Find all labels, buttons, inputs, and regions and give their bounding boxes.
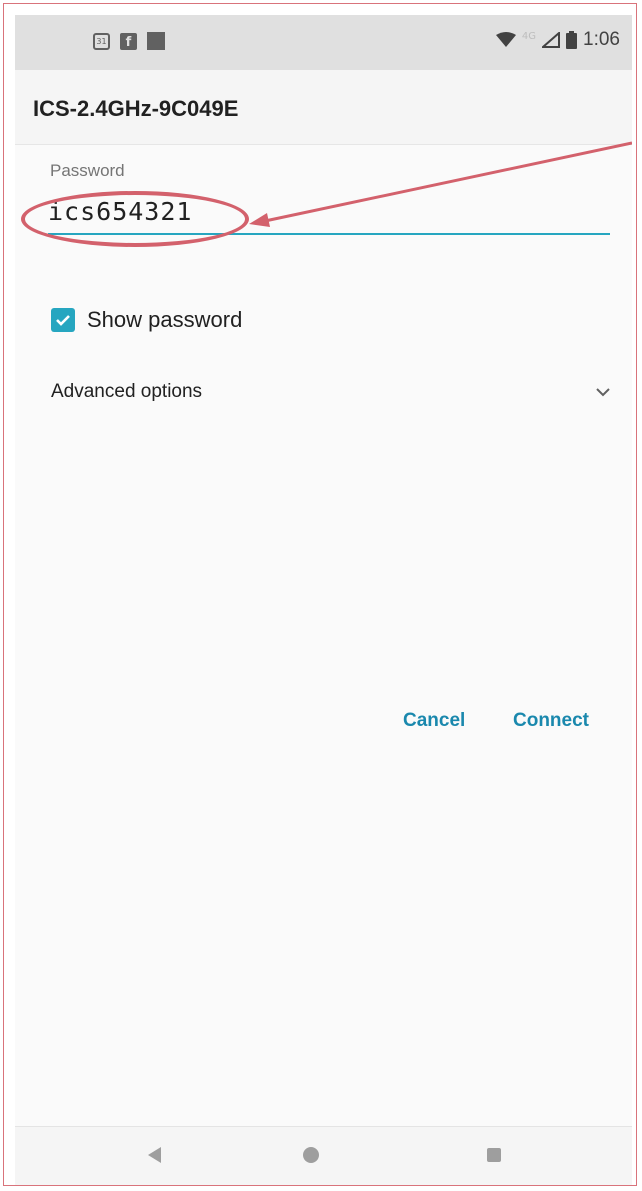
wifi-icon bbox=[495, 32, 516, 47]
advanced-options-label: Advanced options bbox=[51, 381, 203, 402]
show-password-checkbox[interactable]: Show password bbox=[51, 307, 242, 333]
back-icon[interactable] bbox=[145, 1145, 165, 1165]
status-bar: 31 f 4G 1:06 bbox=[15, 15, 632, 70]
home-icon[interactable] bbox=[303, 1147, 319, 1163]
calendar-icon: 31 bbox=[93, 32, 110, 50]
square-notification-icon bbox=[147, 32, 165, 50]
dialog-title-bar: ICS-2.4GHz-9C049E bbox=[15, 70, 632, 145]
phone-screen: 31 f 4G 1:06 ICS-2.4GHz-9C049E Password bbox=[15, 15, 632, 1185]
network-type-label: 4G bbox=[521, 30, 537, 42]
network-title: ICS-2.4GHz-9C049E bbox=[33, 96, 239, 121]
show-password-label: Show password bbox=[87, 307, 243, 332]
system-icons: 4G 1:06 bbox=[495, 29, 620, 51]
password-input[interactable] bbox=[48, 195, 610, 235]
chevron-down-icon bbox=[596, 388, 610, 397]
recents-icon[interactable] bbox=[487, 1148, 501, 1162]
navigation-bar bbox=[15, 1126, 632, 1185]
connect-button[interactable]: Connect bbox=[513, 710, 589, 732]
facebook-icon: f bbox=[120, 32, 137, 50]
battery-icon bbox=[566, 31, 578, 49]
status-time: 1:06 bbox=[583, 29, 620, 50]
notification-icons: 31 f bbox=[93, 32, 165, 50]
checkbox-checked-icon bbox=[51, 308, 75, 332]
password-label: Password bbox=[50, 161, 125, 180]
advanced-options-toggle[interactable]: Advanced options bbox=[51, 375, 611, 409]
cancel-button[interactable]: Cancel bbox=[403, 710, 465, 732]
cell-signal-icon bbox=[542, 32, 561, 48]
